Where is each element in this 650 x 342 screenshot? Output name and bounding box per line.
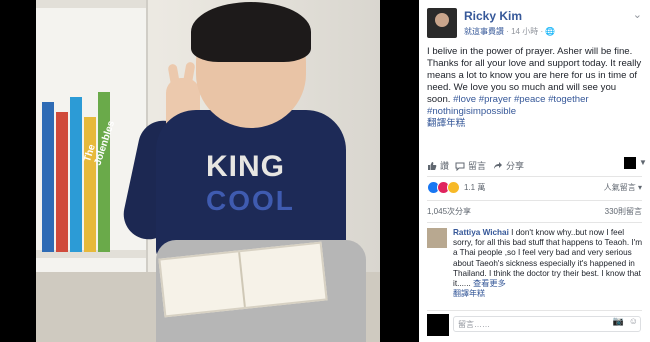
author-name[interactable]: Ricky Kim [464,9,522,23]
divider [427,176,642,177]
shirt-text-line1: KING [206,150,285,183]
post-time[interactable]: 14 小時 [511,27,538,36]
comment-translate-link[interactable]: 翻譯年糕 [453,289,485,298]
relevance-dropdown[interactable]: 人氣留言 ▾ [604,182,642,193]
camera-icon[interactable]: 📷 [613,316,624,327]
redacted-avatar[interactable] [624,157,636,169]
book [42,102,54,252]
relevance-label: 人氣留言 [603,183,636,192]
post-hashtags[interactable]: #love #prayer #peace #together #nothingi… [427,94,589,117]
current-user-avatar [427,314,449,336]
see-more-link[interactable]: 查看更多 [473,279,506,288]
shirt-text-line2: COOL [206,185,295,216]
book [70,97,82,252]
haha-reaction-icon [447,181,460,194]
post-photo[interactable]: The Jolenbles KING COOL [36,0,380,342]
comment-label: 留言 [468,161,487,171]
stats-bar: 1,045次分享 330則留言 [427,206,642,220]
child-hair [191,2,311,62]
chevron-down-icon[interactable]: ⌄ [633,8,642,21]
like-label: 讚 [440,161,450,171]
like-button[interactable]: 讚 [427,159,449,172]
comment-body: Rattiya Wichai I don't know why..but now… [453,228,643,299]
share-icon [494,161,502,169]
reaction-icons [427,181,460,194]
shelf-board [36,0,146,8]
share-button[interactable]: 分享 [493,159,524,172]
share-label: 分享 [506,161,525,171]
globe-icon: 🌐 [545,27,556,36]
reaction-count: 1.1 萬 [464,183,486,192]
action-bar: 讚 留言 分享 ▼ [427,157,647,173]
post-header: Ricky Kim 就這事費讚 · 14 小時 · 🌐 ⌄ [427,6,642,42]
emoji-icon[interactable]: ☺ [629,316,638,326]
translate-link[interactable]: 翻譯年糕 [427,118,465,129]
comment-composer: 留言…… 📷 ☺ [427,314,642,336]
caret-down-icon[interactable]: ▼ [639,158,647,167]
comment-count[interactable]: 330則留言 [605,206,642,217]
comment-item: Rattiya Wichai I don't know why..but now… [427,228,642,308]
subtitle-link[interactable]: 就這事費讚 [464,27,504,36]
share-count[interactable]: 1,045次分享 [427,207,471,216]
comment-icon [455,162,465,171]
divider [427,310,642,311]
post-subtitle: 就這事費讚 · 14 小時 · 🌐 [464,27,556,36]
author-avatar[interactable] [427,8,457,38]
thumbs-up-icon [428,161,437,170]
commenter-name[interactable]: Rattiya Wichai [453,228,509,237]
divider [427,200,642,201]
commenter-avatar[interactable] [427,228,447,248]
book [56,112,68,252]
post-panel: Ricky Kim 就這事費讚 · 14 小時 · 🌐 ⌄ I belive i… [419,0,650,342]
comment-button[interactable]: 留言 [455,159,486,172]
post-body: I belive in the power of prayer. Asher w… [427,46,642,130]
divider [427,222,642,223]
reactions-bar[interactable]: 1.1 萬 人氣留言 ▾ [427,180,642,196]
